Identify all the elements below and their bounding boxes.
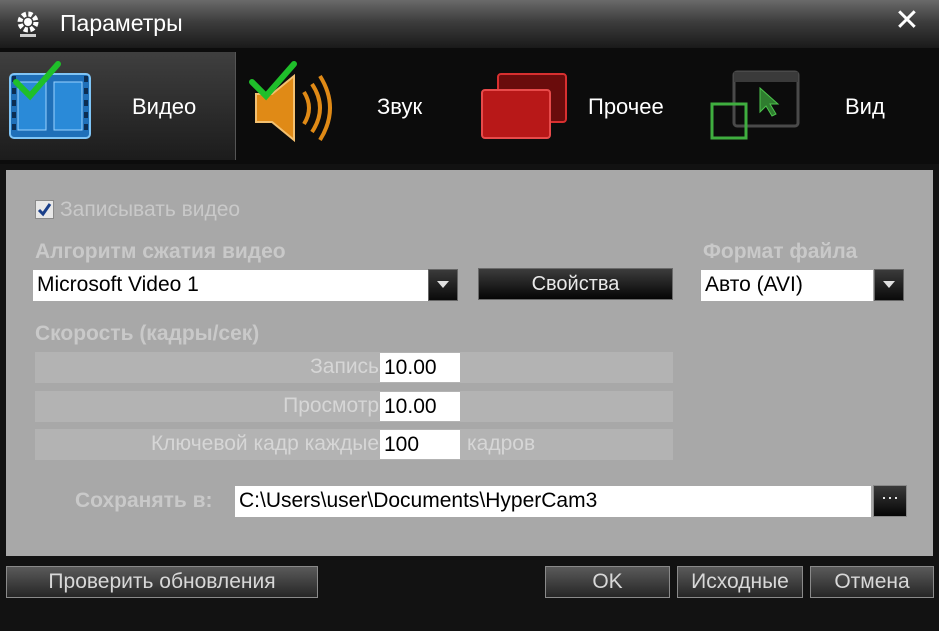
video-film-icon (9, 61, 91, 139)
settings-window: Параметры ✕ Видео Звук Прочее Вид Записы… (0, 0, 939, 631)
other-windows-icon (481, 73, 567, 139)
tab-bar: Видео Звук Прочее Вид (0, 48, 939, 164)
preview-fps-label: Просмотр (283, 394, 379, 417)
tab-video-label: Видео (132, 94, 197, 119)
checkmark-icon (37, 203, 52, 217)
preview-fps-row: Просмотр (35, 391, 673, 422)
record-fps-label: Запись (310, 355, 379, 378)
speed-label: Скорость (кадры/сек) (35, 322, 260, 345)
tab-video[interactable]: Видео (0, 52, 236, 160)
properties-button[interactable]: Свойства (478, 268, 673, 300)
close-button[interactable]: ✕ (890, 5, 924, 39)
preview-fps-input[interactable]: 10.00 (380, 392, 460, 421)
record-fps-input[interactable]: 10.00 (380, 353, 460, 382)
tab-sound[interactable]: Звук (240, 52, 455, 160)
browse-button[interactable]: ··· (873, 485, 907, 517)
file-format-label: Формат файла (703, 240, 858, 263)
view-cursor-icon (710, 70, 800, 140)
chevron-down-icon (883, 281, 895, 288)
record-video-label: Записывать видео (60, 198, 241, 221)
window-title: Параметры (60, 10, 183, 36)
keyframe-input[interactable]: 100 (380, 430, 460, 459)
codec-select[interactable]: Microsoft Video 1 (33, 270, 428, 301)
save-to-label: Сохранять в: (75, 489, 213, 512)
tab-other[interactable]: Прочее (470, 52, 685, 160)
title-bar: Параметры ✕ (0, 0, 939, 48)
keyframe-row: Ключевой кадр каждые кадров (35, 429, 673, 460)
file-format-select[interactable]: Авто (AVI) (701, 270, 873, 301)
keyframe-label: Ключевой кадр каждые (150, 432, 379, 455)
keyframe-unit-label: кадров (467, 432, 536, 455)
tab-other-label: Прочее (588, 94, 664, 119)
file-format-dropdown-button[interactable] (874, 269, 904, 301)
record-video-checkbox[interactable] (35, 200, 54, 219)
speaker-icon (249, 61, 332, 143)
tab-view-label: Вид (845, 94, 885, 119)
codec-dropdown-button[interactable] (428, 269, 458, 301)
tab-sound-label: Звук (377, 94, 423, 119)
ok-button[interactable]: OK (545, 566, 670, 598)
tab-view[interactable]: Вид (700, 52, 915, 160)
codec-label: Алгоритм сжатия видео (35, 240, 286, 263)
defaults-button[interactable]: Исходные (677, 566, 803, 598)
check-updates-button[interactable]: Проверить обновления (6, 566, 318, 598)
chevron-down-icon (437, 281, 449, 288)
record-fps-row: Запись (35, 352, 673, 383)
cancel-button[interactable]: Отмена (810, 566, 934, 598)
save-path-input[interactable]: C:\Users\user\Documents\HyperCam3 (235, 486, 871, 517)
gear-icon (14, 10, 42, 38)
